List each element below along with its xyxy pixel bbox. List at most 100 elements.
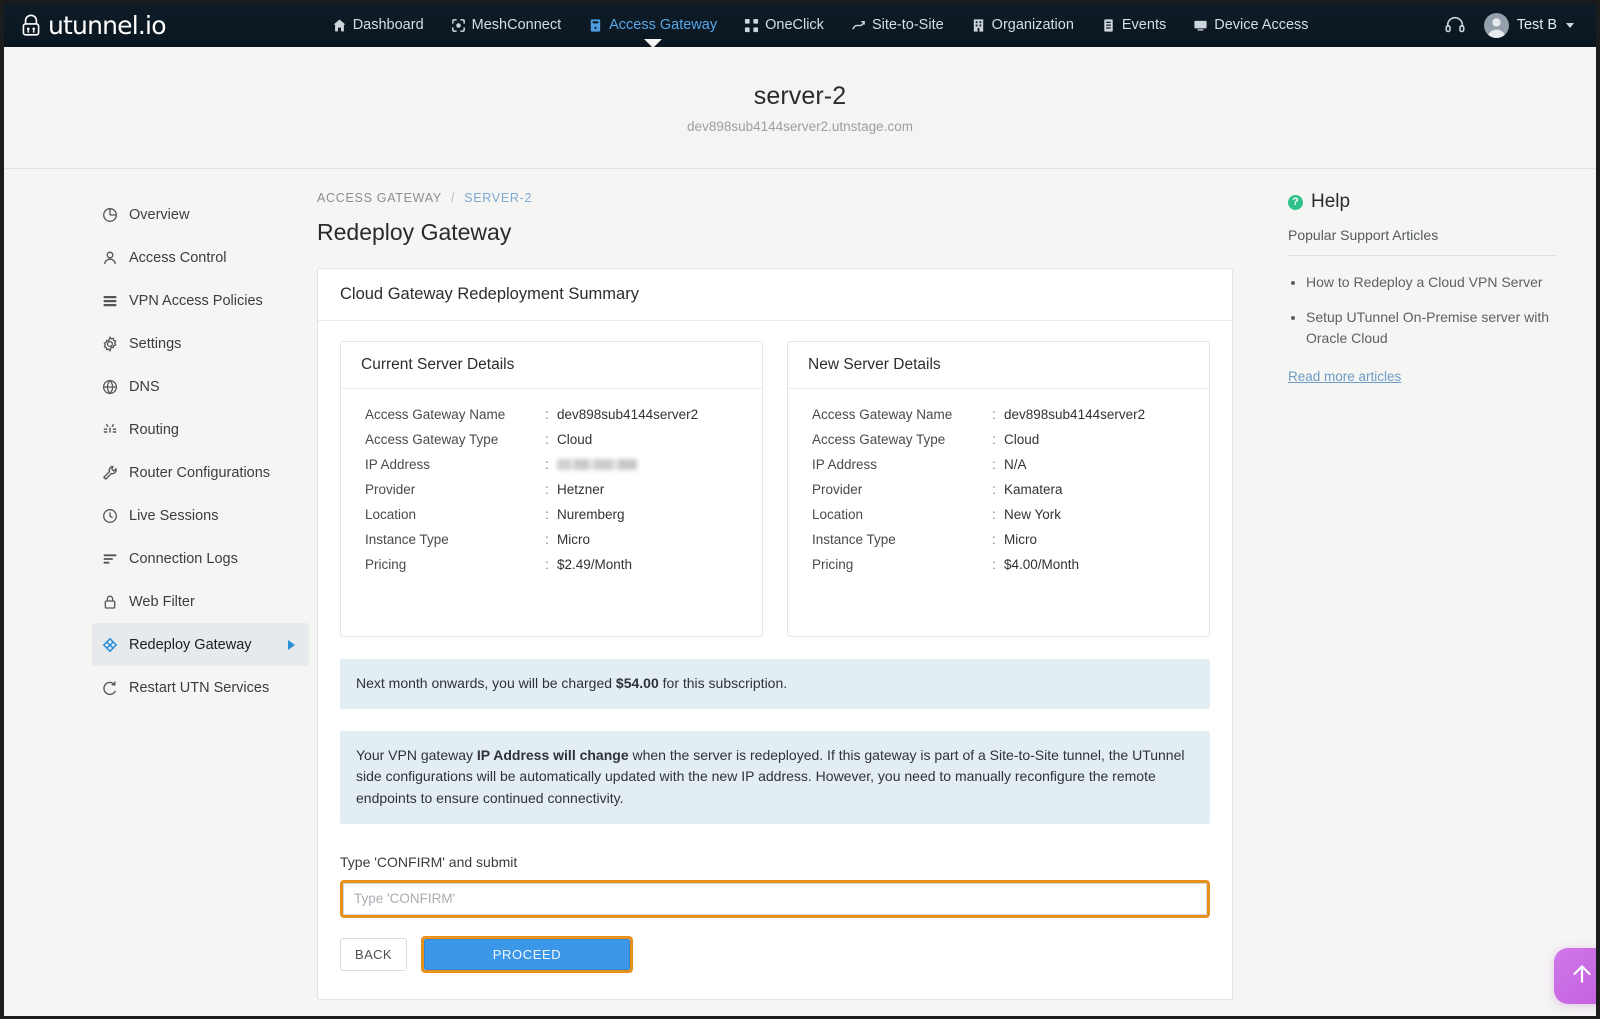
sidebar-item-restart-utn-services[interactable]: Restart UTN Services <box>92 666 309 709</box>
proceed-button-highlight: PROCEED <box>421 935 634 973</box>
sidebar-item-dns[interactable]: DNS <box>92 365 309 408</box>
chevron-down-icon <box>1566 22 1574 28</box>
sidebar-item-label: VPN Access Policies <box>129 292 263 309</box>
sidebar-item-overview[interactable]: Overview <box>92 193 309 236</box>
current-server-card: Current Server Details Access Gateway Na… <box>340 341 763 637</box>
nav-label: Events <box>1121 17 1167 33</box>
detail-colon: : <box>992 507 996 522</box>
confirm-input-highlight <box>340 879 1210 918</box>
sidebar-item-label: Settings <box>129 335 182 352</box>
wrench-icon <box>102 465 118 481</box>
headset-icon[interactable] <box>1444 14 1466 36</box>
site-to-site-icon <box>851 18 866 33</box>
detail-colon: : <box>545 457 549 472</box>
detail-value: Cloud <box>1004 432 1040 447</box>
sidebar-item-label: Connection Logs <box>129 550 238 567</box>
detail-value: Hetzner <box>557 482 605 497</box>
sidebar-item-label: Restart UTN Services <box>129 679 270 696</box>
help-article-list: How to Redeploy a Cloud VPN Server Setup… <box>1288 272 1556 348</box>
nav-item-access-gateway[interactable]: Access Gateway <box>588 3 717 48</box>
list-icon <box>102 293 118 309</box>
nav-item-organization[interactable]: Organization <box>971 3 1074 47</box>
detail-value: Cloud <box>557 432 593 447</box>
sidebar-item-router-configurations[interactable]: Router Configurations <box>92 451 309 494</box>
detail-value: Kamatera <box>1004 482 1063 497</box>
top-navigation-bar: utunnel.io Dashboard MeshConnect Access … <box>4 3 1596 48</box>
detail-colon: : <box>992 457 996 472</box>
user-name: Test B <box>1516 17 1557 33</box>
help-title: ? Help <box>1288 191 1556 213</box>
detail-value: $2.49/Month <box>557 557 633 572</box>
detail-colon: : <box>545 507 549 522</box>
nav-item-oneclick[interactable]: OneClick <box>744 3 824 47</box>
gear-icon <box>102 335 118 352</box>
utunnel-lock-icon <box>18 12 44 38</box>
events-icon <box>1101 18 1116 33</box>
sidebar-item-label: Router Configurations <box>129 464 271 481</box>
nav-label: Site-to-Site <box>871 17 944 33</box>
detail-value: dev898sub4144server2 <box>557 407 699 422</box>
sidebar-item-connection-logs[interactable]: Connection Logs <box>92 537 309 580</box>
sidebar-item-redeploy-gateway[interactable]: Redeploy Gateway <box>92 623 309 666</box>
logs-icon <box>102 551 118 567</box>
detail-key: Location <box>812 507 864 522</box>
billing-alert: Next month onwards, you will be charged … <box>340 659 1210 709</box>
organization-icon <box>971 18 986 33</box>
app-logo[interactable]: utunnel.io <box>18 10 167 40</box>
detail-value: N/A <box>1004 457 1027 472</box>
sidebar-item-vpn-access-policies[interactable]: VPN Access Policies <box>92 279 309 322</box>
sidebar-item-label: Web Filter <box>129 593 195 610</box>
detail-colon: : <box>992 407 996 422</box>
page-title-heading: server-2 <box>753 81 847 110</box>
lock-icon <box>102 594 118 610</box>
sidebar-item-label: Routing <box>129 421 179 438</box>
help-title-text: Help <box>1311 191 1351 212</box>
help-subtitle: Popular Support Articles <box>1288 227 1439 243</box>
help-question-icon: ? <box>1288 194 1303 210</box>
new-server-details-list: Access Gateway Name: dev898sub4144server2… <box>812 407 1189 572</box>
nav-item-site-to-site[interactable]: Site-to-Site <box>851 3 944 47</box>
main-content: ACCESS GATEWAY / SERVER-2 Redeploy Gatew… <box>317 169 1266 1016</box>
sidebar-item-routing[interactable]: Routing <box>92 408 309 451</box>
logo-text: utunnel.io <box>48 10 167 40</box>
nav-item-meshconnect[interactable]: MeshConnect <box>451 3 561 47</box>
sidebar-item-live-sessions[interactable]: Live Sessions <box>92 494 309 537</box>
ip-alert-bold: IP Address will change <box>476 746 629 763</box>
detail-colon: : <box>992 482 996 497</box>
sidebar-item-settings[interactable]: Settings <box>92 322 309 365</box>
user-menu[interactable]: Test B <box>1483 12 1574 38</box>
proceed-button[interactable]: PROCEED <box>424 938 631 970</box>
scroll-to-top-button[interactable] <box>1554 948 1596 1004</box>
sidebar-item-access-control[interactable]: Access Control <box>92 236 309 279</box>
current-server-heading: Current Server Details <box>341 342 762 389</box>
gateway-icon <box>588 18 603 33</box>
current-server-details-list: Access Gateway Name: dev898sub4144server2… <box>365 407 742 572</box>
detail-key: Access Gateway Type <box>812 432 946 447</box>
help-article-item[interactable]: How to Redeploy a Cloud VPN Server <box>1306 272 1556 292</box>
current-server-body: Access Gateway Name: dev898sub4144server2… <box>341 389 762 590</box>
nav-item-events[interactable]: Events <box>1101 3 1166 47</box>
detail-value: Nuremberg <box>557 507 625 522</box>
detail-key: Provider <box>812 482 863 497</box>
back-button[interactable]: BACK <box>340 937 408 971</box>
breadcrumb-current[interactable]: SERVER-2 <box>464 191 532 205</box>
help-article-item[interactable]: Setup UTunnel On-Premise server with Ora… <box>1306 307 1556 348</box>
nav-item-device-access[interactable]: Device Access <box>1193 3 1309 47</box>
detail-colon: : <box>992 532 996 547</box>
nav-label: Dashboard <box>352 17 424 33</box>
detail-key: IP Address <box>812 457 878 472</box>
read-more-articles-link[interactable]: Read more articles <box>1288 369 1401 384</box>
clock-icon <box>102 508 118 524</box>
server-details-row: Current Server Details Access Gateway Na… <box>340 341 1210 637</box>
help-panel: ? Help Popular Support Articles How to R… <box>1266 169 1596 1016</box>
sidebar-item-label: Access Control <box>129 249 227 266</box>
new-server-card: New Server Details Access Gateway Name: d… <box>787 341 1210 637</box>
sidebar-item-web-filter[interactable]: Web Filter <box>92 580 309 623</box>
device-access-icon <box>1193 18 1208 33</box>
detail-colon: : <box>545 432 549 447</box>
sidebar: Overview Access Control VPN Access Polic… <box>4 169 317 1016</box>
confirm-input[interactable] <box>343 882 1207 915</box>
breadcrumb-root[interactable]: ACCESS GATEWAY <box>317 191 442 205</box>
confirm-label: Type 'CONFIRM' and submit <box>340 853 518 870</box>
nav-item-dashboard[interactable]: Dashboard <box>332 3 424 47</box>
